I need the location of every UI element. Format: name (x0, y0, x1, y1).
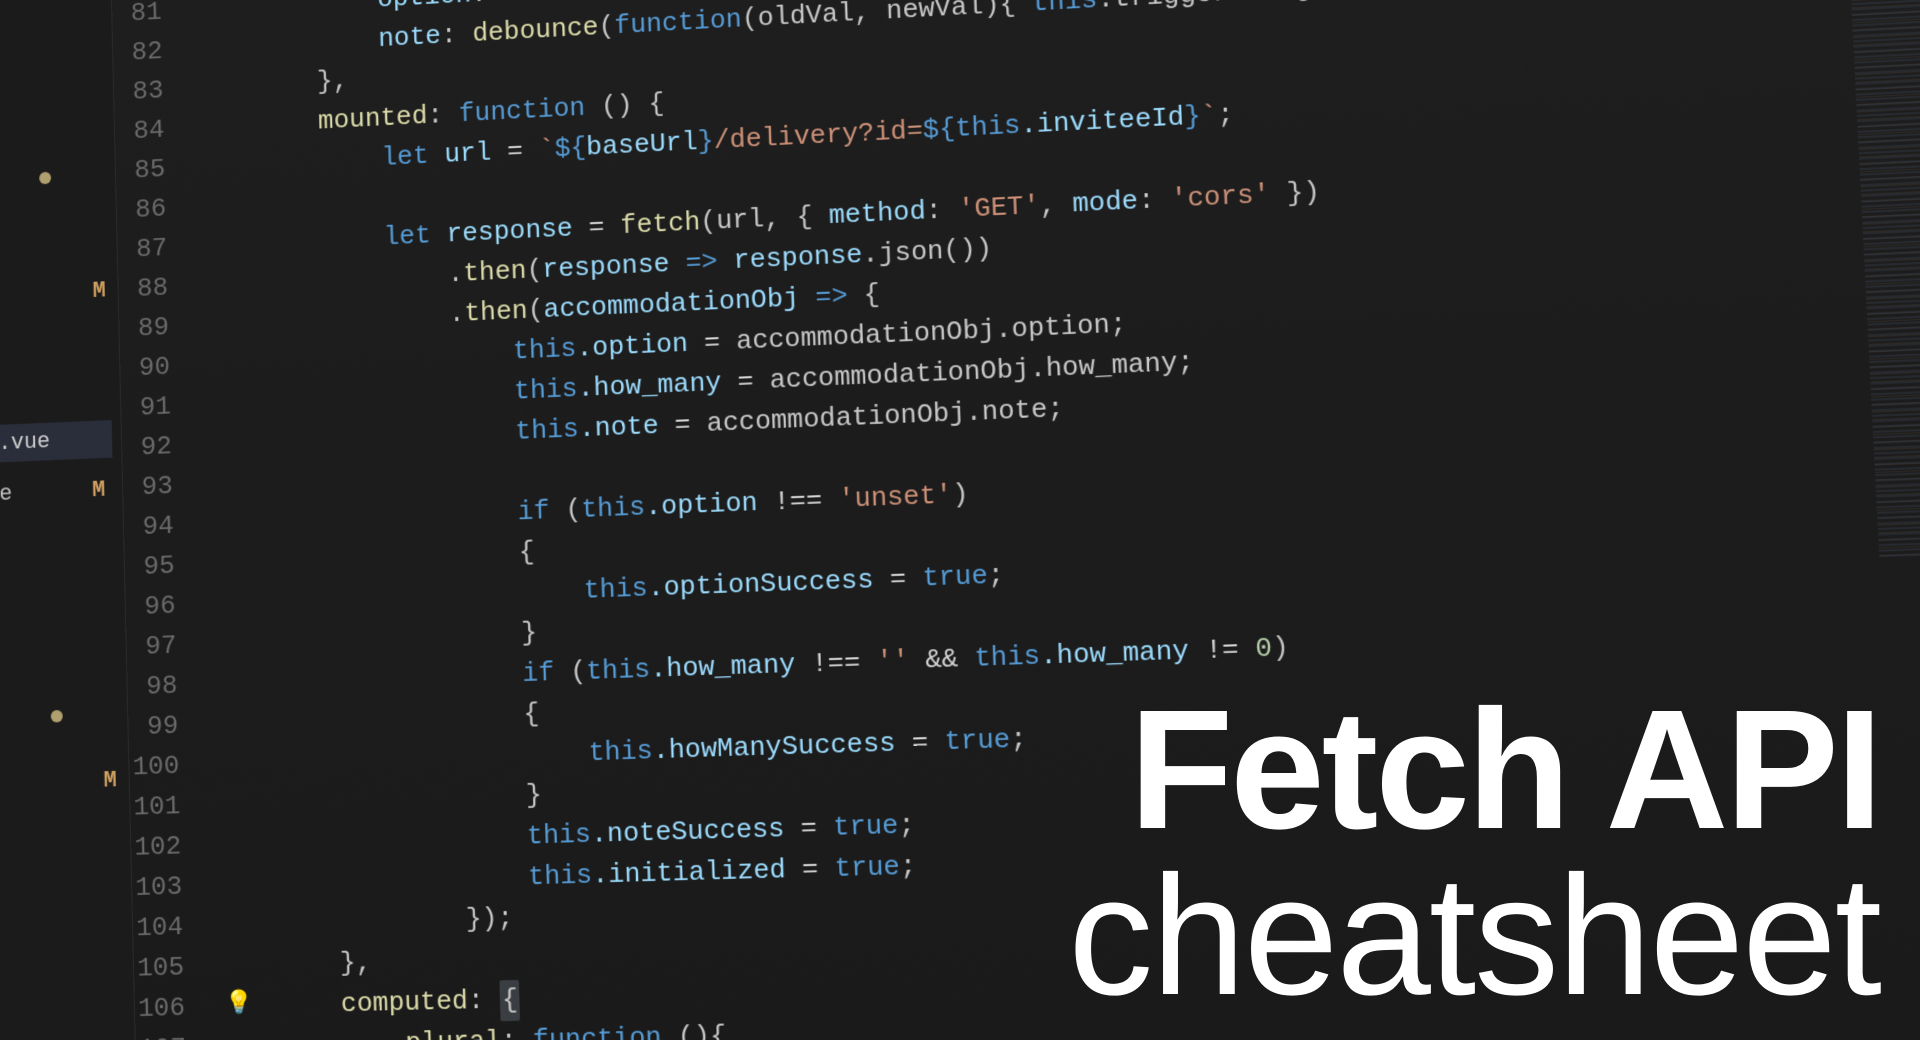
line-number: 97 (126, 625, 207, 668)
sidebar-mod-marker-2: M (92, 477, 106, 503)
line-number: 89 (119, 306, 199, 349)
lightbulb-icon[interactable]: 💡 (225, 986, 253, 1021)
code-area[interactable]: 81 option: function(oldVal, newVal){ thi… (112, 0, 1892, 1040)
line-number: 81 (112, 0, 192, 34)
sidebar-modified-dot (0, 146, 116, 209)
line-number: 102 (131, 826, 212, 869)
line-number: 101 (130, 785, 211, 828)
line-number: 100 (129, 745, 210, 788)
line-number: 105 (134, 947, 215, 989)
sidebar-mod-marker-3: M (0, 752, 129, 813)
line-number: 98 (127, 665, 208, 708)
line-number: 82 (113, 30, 193, 74)
sidebar-modified-dot-2 (0, 685, 128, 747)
line-number: 91 (121, 386, 201, 429)
line-number: 107 (135, 1028, 216, 1040)
line-number: 106 (134, 987, 215, 1029)
line-number: 95 (124, 545, 205, 588)
sidebar-mod-marker-1: M (0, 262, 118, 325)
sidebar-file-selected[interactable]: on.vue (0, 420, 112, 464)
line-number: 86 (116, 188, 196, 231)
line-number: 92 (122, 425, 202, 468)
line-number: 84 (115, 109, 195, 152)
line-number: 99 (128, 705, 209, 748)
line-number: 103 (132, 866, 213, 909)
code-editor[interactable]: 81 option: function(oldVal, newVal){ thi… (112, 0, 1920, 1040)
line-number: 96 (125, 585, 206, 628)
editor-screenshot: › computed M on.vue vue M M 81 (0, 0, 1920, 1040)
sidebar-file-below[interactable]: vue M (0, 471, 114, 515)
line-number: 83 (114, 69, 194, 113)
line-number: 93 (123, 465, 203, 508)
line-number: 85 (115, 148, 195, 191)
line-number: 90 (120, 346, 200, 389)
line-number: 104 (133, 906, 214, 948)
line-number: 87 (117, 227, 197, 270)
line-number: 94 (124, 505, 204, 548)
line-number: 88 (118, 267, 198, 310)
